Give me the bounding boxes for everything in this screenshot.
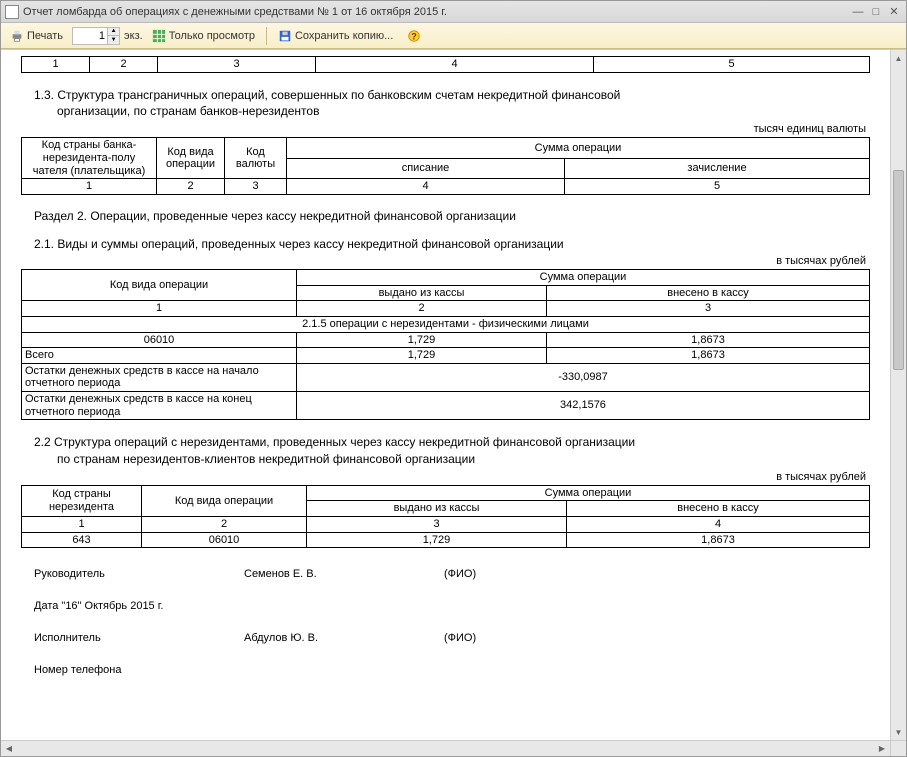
scroll-up-button[interactable]: ▲ bbox=[891, 50, 906, 66]
minimize-button[interactable]: — bbox=[850, 5, 866, 19]
help-button[interactable]: ? bbox=[402, 26, 426, 46]
app-window: Отчет ломбарда об операциях с денежными … bbox=[0, 0, 907, 757]
floppy-icon bbox=[278, 29, 292, 43]
table-row: Остатки денежных средств в кассе на нача… bbox=[22, 363, 870, 391]
toolbar-separator bbox=[266, 27, 267, 45]
section-22-table: Код страны нерезидента Код вида операции… bbox=[21, 485, 870, 549]
table-row: 06010 1,729 1,8673 bbox=[22, 332, 870, 348]
svg-text:?: ? bbox=[412, 31, 417, 41]
titlebar: Отчет ломбарда об операциях с денежными … bbox=[1, 1, 906, 23]
window-title: Отчет ломбарда об операциях с денежными … bbox=[23, 6, 848, 18]
section-21-table: Код вида операции Сумма операции выдано … bbox=[21, 269, 870, 420]
document-page: 1 2 3 4 5 1.3. Структура трансграничных … bbox=[1, 50, 890, 740]
copies-down-button[interactable]: ▼ bbox=[107, 36, 119, 44]
top-numbers-table: 1 2 3 4 5 bbox=[21, 56, 870, 73]
table-row: 2.1.5 операции с нерезидентами - физичес… bbox=[22, 316, 870, 332]
horizontal-scrollbar[interactable]: ◀ ▶ bbox=[1, 740, 890, 756]
print-label: Печать bbox=[27, 30, 63, 42]
scroll-down-button[interactable]: ▼ bbox=[891, 724, 906, 740]
copies-label: экз. bbox=[124, 30, 143, 42]
table-row: 1 2 3 4 5 bbox=[22, 57, 870, 73]
vertical-scrollbar[interactable]: ▲ ▼ bbox=[890, 50, 906, 740]
scroll-right-button[interactable]: ▶ bbox=[874, 741, 890, 756]
save-copy-button[interactable]: Сохранить копию... bbox=[273, 26, 398, 46]
scroll-corner bbox=[890, 740, 906, 756]
section-13-table: Код страны банка-нерезидента-полу чателя… bbox=[21, 137, 870, 195]
preview-label: Только просмотр bbox=[169, 30, 255, 42]
table-row: 1 2 3 bbox=[22, 301, 870, 317]
signature-phone: Номер телефона bbox=[34, 664, 870, 676]
table-row: Код страны нерезидента Код вида операции… bbox=[22, 485, 870, 501]
signature-exec: Исполнитель Абдулов Ю. В. (ФИО) bbox=[34, 632, 870, 644]
signature-date: Дата "16" Октябрь 2015 г. bbox=[34, 600, 870, 612]
table-row: 1 2 3 4 bbox=[22, 517, 870, 533]
table-row: 643 06010 1,729 1,8673 bbox=[22, 532, 870, 548]
copies-up-button[interactable]: ▲ bbox=[107, 28, 119, 36]
section-2-title: Раздел 2. Операции, проведенные через ка… bbox=[34, 209, 870, 223]
savecopy-label: Сохранить копию... bbox=[295, 30, 393, 42]
grid-icon bbox=[152, 29, 166, 43]
copies-input[interactable] bbox=[73, 30, 107, 42]
document-icon bbox=[5, 5, 19, 19]
maximize-button[interactable]: □ bbox=[868, 5, 884, 19]
preview-only-button[interactable]: Только просмотр bbox=[147, 26, 260, 46]
printer-icon bbox=[10, 29, 24, 43]
section-13-title: 1.3. Структура трансграничных операций, … bbox=[34, 87, 870, 119]
help-icon: ? bbox=[407, 29, 421, 43]
signature-head: Руководитель Семенов Е. В. (ФИО) bbox=[34, 568, 870, 580]
table-row: Код вида операции Сумма операции bbox=[22, 269, 870, 285]
table-row: Код страны банка-нерезидента-полу чателя… bbox=[22, 138, 870, 158]
section-22-title: 2.2 Структура операций с нерезидентами, … bbox=[34, 434, 870, 466]
print-button[interactable]: Печать bbox=[5, 26, 68, 46]
scroll-left-button[interactable]: ◀ bbox=[1, 741, 17, 756]
table-row: Остатки денежных средств в кассе на коне… bbox=[22, 392, 870, 420]
section-13-unit: тысяч единиц валюты bbox=[21, 123, 866, 135]
table-row: Всего 1,729 1,8673 bbox=[22, 348, 870, 364]
section-21-unit: в тысячах рублей bbox=[21, 255, 866, 267]
section-22-unit: в тысячах рублей bbox=[21, 471, 866, 483]
close-button[interactable]: ✕ bbox=[886, 5, 902, 19]
copies-spinner[interactable]: ▲ ▼ bbox=[72, 27, 120, 45]
toolbar: Печать ▲ ▼ экз. Только просмотр Сохранит… bbox=[1, 23, 906, 49]
scroll-thumb[interactable] bbox=[893, 170, 904, 370]
table-row: 1 2 3 4 5 bbox=[22, 179, 870, 195]
section-21-title: 2.1. Виды и суммы операций, проведенных … bbox=[34, 237, 870, 251]
document-viewport: 1 2 3 4 5 1.3. Структура трансграничных … bbox=[1, 49, 906, 756]
